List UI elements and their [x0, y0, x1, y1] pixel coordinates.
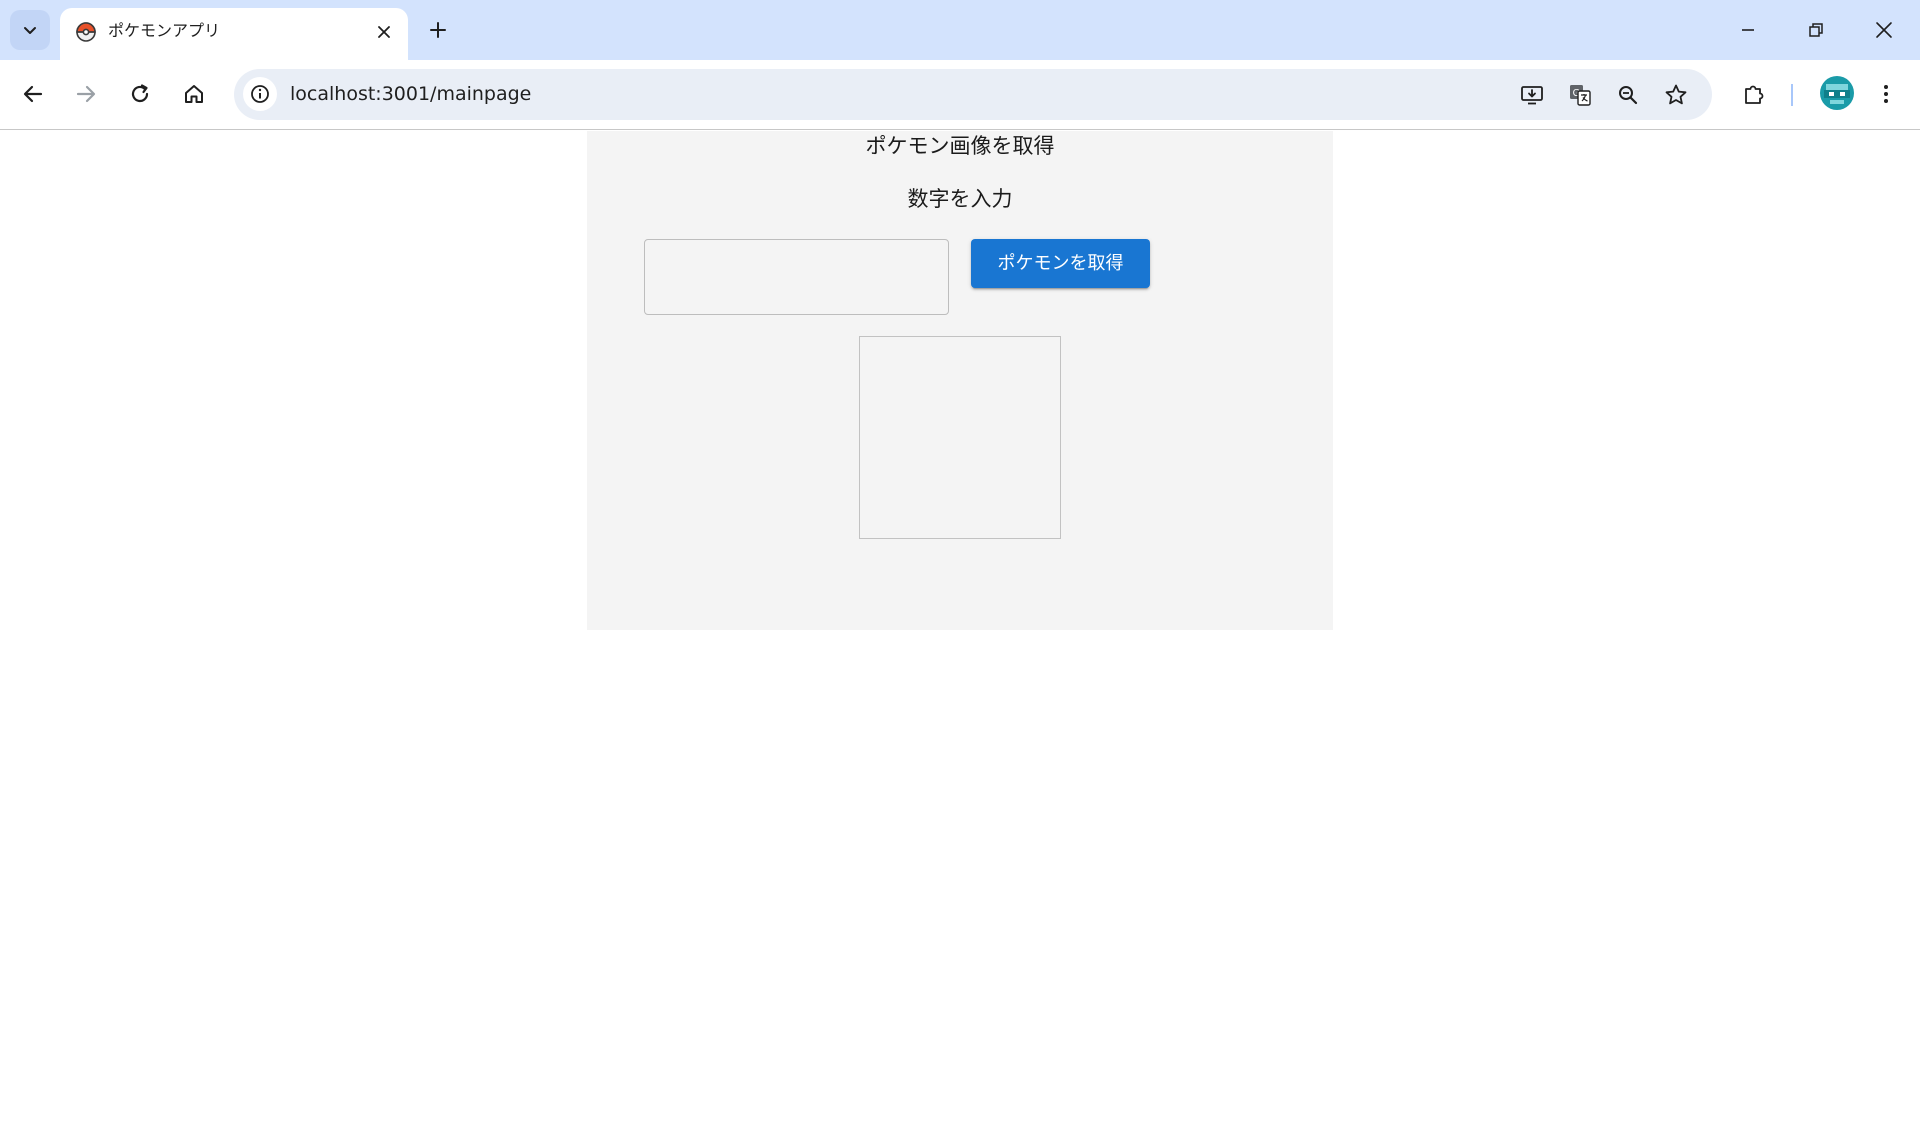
forward-button[interactable] — [66, 74, 106, 114]
tab-strip: ポケモンアプリ — [0, 0, 1920, 60]
reload-icon — [131, 84, 149, 103]
reload-button[interactable] — [120, 74, 160, 114]
browser-toolbar: localhost:3001/mainpage G — [0, 60, 1920, 130]
tab-title: ポケモンアプリ — [108, 21, 221, 40]
zoom-button[interactable] — [1610, 77, 1646, 113]
page-content: ポケモン画像を取得 数字を入力 ポケモンを取得 — [0, 131, 1920, 1140]
profile-avatar[interactable] — [1820, 76, 1854, 110]
toolbar-divider — [1791, 84, 1793, 106]
url-text[interactable]: localhost:3001/mainpage — [290, 82, 531, 106]
site-info-button[interactable] — [243, 77, 277, 111]
active-tab[interactable]: ポケモンアプリ — [60, 8, 408, 60]
translate-button[interactable]: G — [1562, 77, 1598, 113]
address-bar[interactable]: localhost:3001/mainpage G — [234, 69, 1712, 120]
bookmark-button[interactable] — [1658, 77, 1694, 113]
avatar-icon — [1820, 76, 1854, 110]
info-icon — [251, 85, 269, 103]
tab-search-button[interactable] — [10, 10, 50, 50]
page-title: ポケモン画像を取得 — [865, 134, 1055, 158]
minimize-icon — [1742, 29, 1754, 31]
fetch-pokemon-button[interactable]: ポケモンを取得 — [971, 239, 1150, 288]
restore-icon — [1809, 23, 1823, 37]
arrow-right-icon — [76, 85, 96, 103]
back-button[interactable] — [13, 74, 53, 114]
close-window-button[interactable] — [1864, 10, 1904, 50]
close-icon — [378, 26, 390, 38]
number-input-label: 数字を入力 — [907, 187, 1013, 211]
zoom-out-icon — [1619, 86, 1638, 105]
new-tab-button[interactable] — [422, 14, 454, 46]
translate-icon: G — [1570, 85, 1591, 106]
puzzle-icon — [1745, 85, 1764, 104]
pokemon-image-frame — [859, 336, 1061, 539]
pokeball-icon — [76, 22, 96, 42]
close-icon — [1876, 22, 1892, 38]
menu-button[interactable] — [1866, 74, 1906, 114]
install-app-button[interactable] — [1514, 77, 1550, 113]
extensions-button[interactable] — [1734, 74, 1774, 114]
minimize-button[interactable] — [1728, 10, 1768, 50]
home-button[interactable] — [174, 74, 214, 114]
main-panel: ポケモン画像を取得 数字を入力 ポケモンを取得 — [587, 131, 1333, 630]
plus-icon — [430, 22, 446, 38]
star-icon — [1665, 84, 1687, 105]
chevron-down-icon — [24, 27, 36, 34]
home-icon — [185, 85, 203, 103]
more-vertical-icon — [1884, 85, 1888, 103]
number-input[interactable] — [644, 239, 949, 315]
tab-close-button[interactable] — [372, 20, 396, 44]
restore-button[interactable] — [1796, 10, 1836, 50]
install-app-icon — [1521, 86, 1543, 105]
arrow-left-icon — [23, 85, 43, 103]
